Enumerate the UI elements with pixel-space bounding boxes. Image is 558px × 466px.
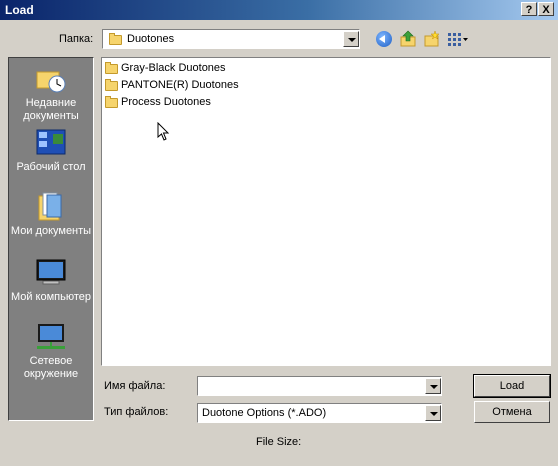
back-icon[interactable] — [376, 31, 392, 47]
place-recent-documents[interactable]: Недавние документы — [9, 64, 93, 123]
place-network[interactable]: Сетевое окружение — [9, 322, 93, 381]
recent-documents-icon — [35, 64, 67, 94]
places-bar: Недавние документы Рабочий стол Мои доку… — [8, 57, 94, 421]
mouse-cursor-icon — [157, 121, 171, 145]
lookin-dropdown[interactable]: Duotones — [102, 29, 360, 49]
filename-dropdown-button[interactable] — [425, 378, 441, 394]
folder-icon — [105, 79, 118, 91]
lookin-value: Duotones — [127, 33, 175, 45]
place-my-documents[interactable]: Мои документы — [9, 192, 93, 238]
place-label: Рабочий стол — [16, 161, 86, 173]
file-size-label: File Size: — [256, 436, 302, 448]
filename-label: Имя файла: — [104, 380, 166, 392]
close-button[interactable]: X — [538, 2, 554, 16]
filetype-label: Тип файлов: — [104, 406, 169, 418]
folder-icon — [109, 33, 122, 45]
file-list[interactable]: Gray-Black Duotones PANTONE(R) Duotones … — [101, 57, 551, 366]
filetype-value: Duotone Options (*.ADO) — [202, 407, 327, 419]
my-documents-icon — [35, 192, 67, 222]
place-label: Мои документы — [10, 225, 92, 237]
up-folder-icon[interactable] — [400, 30, 416, 48]
new-folder-icon[interactable] — [424, 30, 440, 48]
my-computer-icon — [35, 258, 67, 288]
place-label: Недавние документы — [23, 97, 79, 122]
help-button[interactable]: ? — [521, 2, 537, 16]
place-my-computer[interactable]: Мой компьютер — [9, 258, 93, 304]
title-bar[interactable]: Load ? X — [0, 0, 558, 20]
window-title: Load — [5, 3, 34, 17]
file-name: Process Duotones — [121, 96, 211, 108]
folder-icon — [105, 96, 118, 108]
load-button[interactable]: Load — [473, 374, 551, 398]
filetype-dropdown-button[interactable] — [425, 405, 441, 421]
place-desktop[interactable]: Рабочий стол — [9, 128, 93, 174]
lookin-dropdown-button[interactable] — [343, 31, 359, 47]
cancel-button[interactable]: Отмена — [474, 401, 550, 423]
filetype-dropdown[interactable]: Duotone Options (*.ADO) — [197, 403, 442, 423]
file-name: PANTONE(R) Duotones — [121, 79, 239, 91]
file-name: Gray-Black Duotones — [121, 62, 226, 74]
place-label: Мой компьютер — [10, 291, 92, 303]
desktop-icon — [35, 128, 67, 158]
folder-icon — [105, 62, 118, 74]
network-icon — [35, 322, 67, 352]
views-menu-icon[interactable] — [447, 31, 469, 47]
filename-field[interactable] — [197, 376, 442, 396]
place-label: Сетевое окружение — [23, 355, 79, 380]
lookin-label: Папка: — [59, 33, 94, 45]
